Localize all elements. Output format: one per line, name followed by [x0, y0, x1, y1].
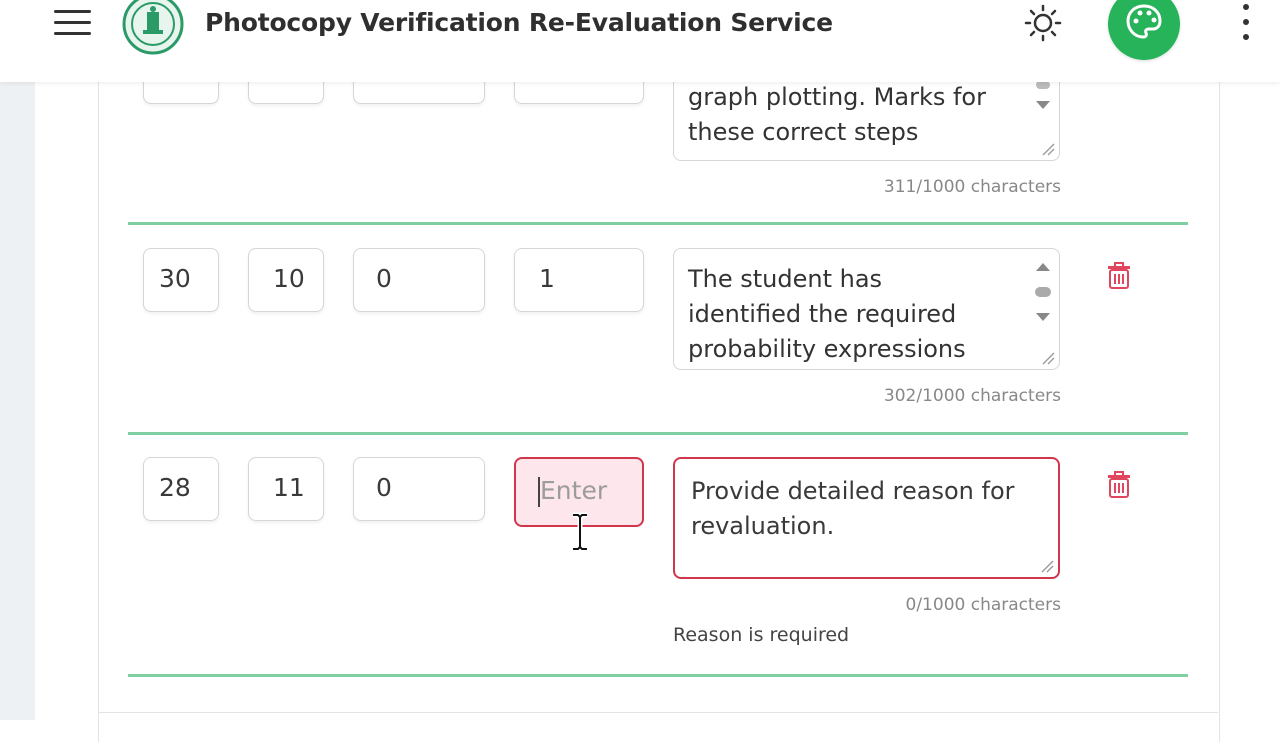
- reason-textarea[interactable]: Provide detailed reason for revaluation.: [673, 457, 1060, 579]
- more-vert-icon[interactable]: [1236, 2, 1256, 46]
- reason-textarea[interactable]: graph plotting. Marks for these correct …: [673, 70, 1060, 161]
- delete-icon[interactable]: [1106, 262, 1132, 290]
- theme-palette-button[interactable]: [1108, 0, 1180, 60]
- app-header: Photocopy Verification Re-Evaluation Ser…: [0, 0, 1280, 82]
- left-rail: [0, 82, 35, 720]
- question-number-input[interactable]: 28: [143, 457, 219, 521]
- delete-icon[interactable]: [1106, 471, 1132, 499]
- text-cursor-icon: [573, 512, 587, 552]
- resize-handle-icon[interactable]: [1041, 142, 1055, 156]
- marks-awarded-input[interactable]: 0: [353, 248, 485, 312]
- board-logo: [122, 0, 184, 55]
- error-message: Reason is required: [673, 624, 850, 646]
- marks-expected-input[interactable]: 1: [514, 248, 644, 312]
- marks-placeholder: Enter: [540, 476, 608, 505]
- menu-icon[interactable]: [54, 8, 92, 38]
- scrollbar[interactable]: [1033, 81, 1053, 121]
- char-count: 311/1000 characters: [883, 177, 1061, 197]
- row-divider: [128, 432, 1188, 435]
- scrollbar[interactable]: [1033, 257, 1053, 327]
- page-title: Photocopy Verification Re-Evaluation Ser…: [205, 8, 833, 37]
- row-divider: [128, 222, 1188, 225]
- reason-textarea[interactable]: The student has identified the required …: [673, 248, 1060, 370]
- resize-handle-icon[interactable]: [1041, 351, 1055, 365]
- card-bottom-border: [98, 712, 1218, 713]
- sun-icon[interactable]: [1022, 2, 1064, 44]
- resize-handle-icon[interactable]: [1040, 559, 1054, 573]
- max-marks-input[interactable]: 10: [248, 248, 324, 312]
- char-count: 302/1000 characters: [883, 386, 1061, 406]
- question-number-input[interactable]: 30: [143, 248, 219, 312]
- max-marks-input[interactable]: 11: [248, 457, 324, 521]
- palette-icon: [1126, 4, 1162, 39]
- marks-awarded-input[interactable]: 0: [353, 457, 485, 521]
- row-divider: [128, 674, 1188, 677]
- char-count: 0/1000 characters: [905, 595, 1061, 615]
